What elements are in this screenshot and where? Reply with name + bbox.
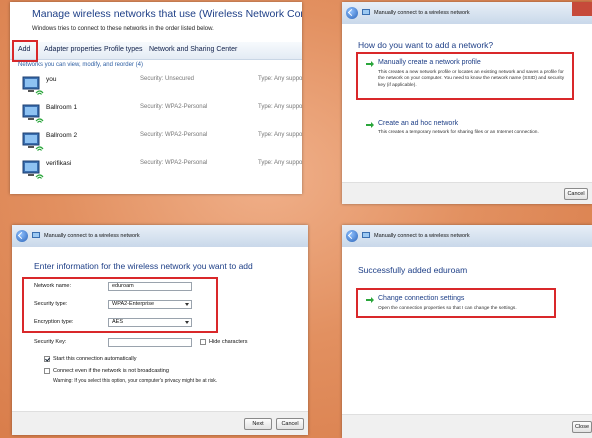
security-key-input[interactable] [108,338,192,347]
green-arrow-icon [366,122,374,128]
wizard-footer: Close [342,414,592,438]
enter-info-heading: Enter information for the wireless netwo… [34,261,253,271]
network-row[interactable]: Ballroom 2 Security: WPA2-Personal Type:… [18,128,302,154]
security-type-value: WPA2-Enterprise [112,301,155,307]
wizard-caption: Manually connect to a wireless network [374,233,470,239]
green-arrow-icon [366,297,374,303]
add-highlight-box [12,40,38,62]
wizard-caption: Manually connect to a wireless network [44,233,140,239]
connect-even-checkbox[interactable] [44,368,50,374]
privacy-warning: Warning: If you select this option, your… [53,378,218,384]
green-arrow-icon [366,61,374,67]
wireless-network-icon [22,132,44,151]
back-arrow-icon[interactable] [346,230,358,242]
wizard-footer: Next Cancel [12,411,308,435]
change-settings-description: Open the connection properties so that I… [378,306,517,311]
networks-list-header: Networks you can view, modify, and reord… [18,62,143,68]
chevron-down-icon [185,303,189,306]
ad-hoc-description: This creates a temporary network for sha… [378,130,539,135]
start-auto-label: Start this connection automatically [53,356,137,362]
wizard-title-bar: Manually connect to a wireless network [12,225,308,247]
network-security: Security: Unsecured [140,76,195,82]
network-row[interactable]: verifikasi Security: WPA2-Personal Type:… [18,156,302,182]
chevron-down-icon [185,321,189,324]
network-security: Security: WPA2-Personal [140,160,208,166]
cancel-button[interactable]: Cancel [276,418,304,430]
close-icon[interactable] [572,2,592,16]
network-type: Type: Any support [258,76,302,82]
manage-wireless-networks-window: Manage wireless networks that use (Wirel… [10,2,302,194]
network-name: Ballroom 2 [46,132,78,139]
security-type-label: Security type: [34,301,68,307]
security-type-select[interactable]: WPA2-Enterprise [108,300,192,309]
manual-profile-title: Manually create a network profile [378,59,481,66]
success-heading: Successfully added eduroam [358,265,468,275]
network-icon [362,232,370,238]
connect-even-label: Connect even if the network is not broad… [53,368,169,374]
wireless-network-icon [22,104,44,123]
network-security: Security: WPA2-Personal [140,104,208,110]
network-name: Ballroom 1 [46,104,78,111]
network-name: verifikasi [46,160,72,167]
change-settings-title: Change connection settings [378,295,465,302]
cancel-button[interactable]: Cancel [564,188,588,200]
ad-hoc-title: Create an ad hoc network [378,120,459,127]
network-row[interactable]: Ballroom 1 Security: WPA2-Personal Type:… [18,100,302,126]
profile-types-button[interactable]: Profile types [104,46,143,53]
network-name-label: Network name: [34,283,71,289]
network-icon [32,232,40,238]
wireless-network-icon [22,160,44,179]
network-type: Type: Any support [258,160,302,166]
hide-characters-label: Hide characters [209,339,248,345]
back-arrow-icon[interactable] [16,230,28,242]
add-network-method-dialog: Manually connect to a wireless network H… [342,2,592,204]
encryption-type-value: AES [112,319,124,325]
network-type: Type: Any support [258,132,302,138]
wizard-title-bar: Manually connect to a wireless network [342,225,592,247]
close-button[interactable]: Close [572,421,592,433]
encryption-type-label: Encryption type: [34,319,74,325]
manage-subtitle: Windows tries to connect to these networ… [32,26,214,32]
next-button[interactable]: Next [244,418,272,430]
network-icon [362,9,370,15]
change-settings-highlight-box [356,288,556,318]
manual-profile-description: This creates a new network profile or lo… [378,70,565,88]
back-arrow-icon[interactable] [346,7,358,19]
manage-toolbar: Add Adapter properties Profile types Net… [10,42,302,60]
wizard-caption: Manually connect to a wireless network [374,10,470,16]
manage-title: Manage wireless networks that use (Wirel… [32,8,302,20]
network-name: you [46,76,57,83]
wizard-footer: Cancel [342,182,592,204]
hide-characters-checkbox[interactable] [200,339,206,345]
network-type: Type: Any support [258,104,302,110]
start-auto-checkbox[interactable] [44,356,50,362]
adapter-properties-button[interactable]: Adapter properties [44,46,102,53]
network-name-input[interactable]: eduroam [108,282,192,291]
security-key-label: Security Key: [34,339,67,345]
how-add-heading: How do you want to add a network? [358,40,494,50]
wizard-title-bar: Manually connect to a wireless network [342,2,592,24]
network-sharing-center-button[interactable]: Network and Sharing Center [149,46,237,53]
network-security: Security: WPA2-Personal [140,132,208,138]
encryption-type-select[interactable]: AES [108,318,192,327]
network-row[interactable]: you Security: Unsecured Type: Any suppor… [18,72,302,98]
wireless-network-icon [22,76,44,95]
success-dialog: Manually connect to a wireless network S… [342,225,592,438]
enter-network-info-dialog: Manually connect to a wireless network E… [12,225,308,435]
